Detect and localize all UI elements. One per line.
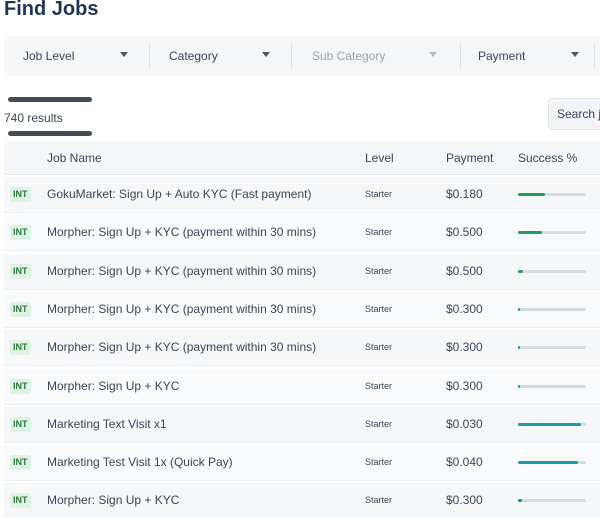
job-level: Starter [365,495,393,506]
job-type-badge: INT [10,263,31,279]
job-payment: $0.500 [446,263,483,278]
chevron-down-icon [429,52,437,57]
success-rate-bar [518,384,586,388]
loading-placeholder [8,97,92,102]
job-payment: $0.300 [446,340,483,355]
success-rate-fill [518,307,520,311]
table-row[interactable]: INT Morpher: Sign Up + KYC Starter $0.300 [4,483,600,518]
job-payment: $0.300 [446,493,483,508]
success-rate-fill [518,231,542,235]
job-type-badge: INT [10,187,31,202]
success-rate-fill [518,422,581,426]
loading-placeholder [8,131,92,136]
table-row[interactable]: INT Morpher: Sign Up + KYC (payment withi… [4,291,600,328]
job-type-badge: INT [10,225,31,241]
job-name-link[interactable]: GokuMarket: Sign Up + Auto KYC (Fast pay… [47,187,311,201]
success-rate-bar [518,193,586,196]
search-input[interactable]: Search jobs [548,98,600,130]
job-name-link[interactable]: Marketing Text Visit x1 [47,417,167,431]
payment-filter[interactable]: Payment [461,36,591,76]
column-header-job-name[interactable]: Job Name [47,151,102,165]
job-payment: $0.300 [446,301,483,316]
job-level: Starter [365,380,393,391]
sub-category-filter[interactable]: Sub Category [292,36,460,76]
success-rate-bar [518,461,586,465]
job-name-link[interactable]: Morpher: Sign Up + KYC (payment within 3… [47,302,316,316]
job-type-badge: INT [10,301,31,317]
job-level: Starter [365,303,393,314]
table-row[interactable]: INT GokuMarket: Sign Up + Auto KYC (Fast … [4,177,600,213]
table-row[interactable]: INT Marketing Test Visit 1x (Quick Pay) St… [4,445,600,482]
success-rate-bar [518,422,586,426]
results-count: 740 results [4,111,63,125]
job-level: Starter [365,418,393,429]
column-header-success[interactable]: Success % [518,151,577,165]
job-level-filter-label: Job Level [23,49,75,63]
table-row[interactable]: INT Morpher: Sign Up + KYC (payment withi… [4,215,600,252]
table-row[interactable]: INT Morpher: Sign Up + KYC Starter $0.300 [4,368,600,405]
success-rate-fill [518,499,522,503]
job-type-badge: INT [10,340,31,356]
table-row[interactable]: INT Marketing Text Visit x1 Starter $0.030 [4,406,600,443]
job-name-link[interactable]: Morpher: Sign Up + KYC [47,379,179,393]
job-level: Starter [365,342,393,353]
success-rate-bar [518,499,586,503]
column-header-payment[interactable]: Payment [446,151,493,165]
job-level: Starter [365,265,393,276]
table-row[interactable]: INT Morpher: Sign Up + KYC (payment withi… [4,253,600,290]
job-type-badge: INT [10,455,31,471]
job-name-link[interactable]: Morpher: Sign Up + KYC [47,493,179,507]
success-rate-fill [518,384,520,388]
job-level: Starter [365,227,393,238]
filter-bar: Job Level Category Sub Category Payment [4,36,600,76]
job-type-badge: INT [10,493,31,509]
job-name-link[interactable]: Marketing Test Visit 1x (Quick Pay) [47,455,233,469]
payment-filter-label: Payment [478,49,526,63]
page-title: Find Jobs [4,0,99,20]
job-payment: $0.040 [446,455,483,470]
search-input-placeholder: Search jobs [557,107,600,121]
chevron-down-icon [571,52,579,57]
job-payment: $0.180 [446,187,483,201]
chevron-down-icon [262,52,270,57]
success-rate-fill [518,269,523,273]
job-name-link[interactable]: Morpher: Sign Up + KYC (payment within 3… [47,340,316,354]
filter-divider [594,44,595,68]
success-rate-bar [518,231,586,235]
table-header: Job Name Level Payment Success % [4,141,600,175]
success-rate-fill [518,461,578,465]
job-payment: $0.500 [446,225,483,240]
job-level: Starter [365,457,393,468]
success-rate-fill [518,346,520,350]
category-filter[interactable]: Category [150,36,291,76]
category-filter-label: Category [169,49,218,63]
success-rate-bar [518,346,586,350]
job-name-link[interactable]: Morpher: Sign Up + KYC (payment within 3… [47,264,316,278]
job-name-link[interactable]: Morpher: Sign Up + KYC (payment within 3… [47,225,316,239]
success-rate-bar [518,307,586,311]
job-type-badge: INT [10,378,31,394]
chevron-down-icon [120,52,128,57]
job-level: Starter [365,189,393,199]
column-header-level[interactable]: Level [365,151,394,165]
job-level-filter[interactable]: Job Level [4,36,149,76]
table-row[interactable]: INT Morpher: Sign Up + KYC (payment withi… [4,330,600,367]
success-rate-bar [518,269,586,273]
job-payment: $0.300 [446,378,483,393]
job-type-badge: INT [10,416,31,432]
sub-category-filter-label: Sub Category [312,49,386,63]
success-rate-fill [518,193,545,196]
job-payment: $0.030 [446,416,483,431]
